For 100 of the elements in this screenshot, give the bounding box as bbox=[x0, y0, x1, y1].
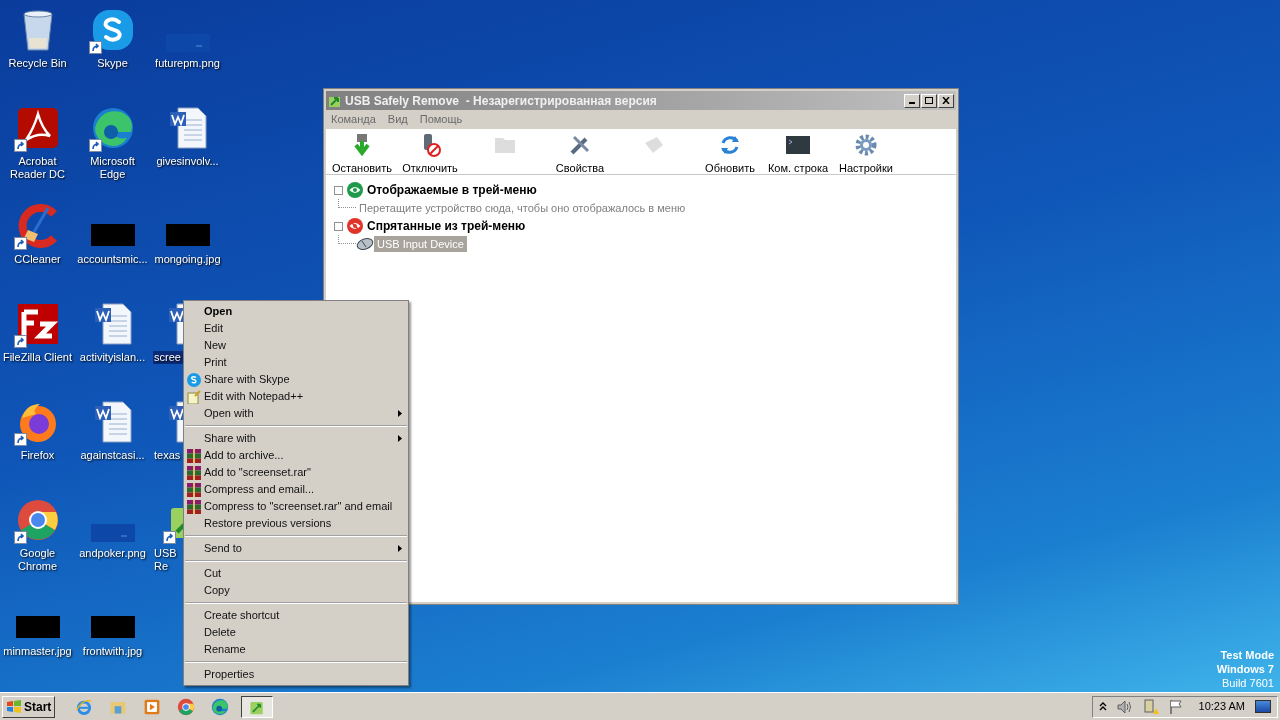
tree-group-label[interactable]: Отображаемые в трей-меню bbox=[367, 181, 537, 199]
chat-app-icon bbox=[187, 372, 201, 387]
start-button[interactable]: Start bbox=[2, 695, 56, 718]
desktop-icon-label[interactable]: givesinvolv... bbox=[155, 155, 220, 168]
archive-icon bbox=[187, 448, 201, 463]
context-menu-item[interactable]: Compress to "screenset.rar" and email bbox=[184, 498, 408, 515]
toolbar-button[interactable]: Свойства bbox=[546, 133, 614, 177]
maximize-button[interactable] bbox=[921, 93, 937, 108]
context-menu-item[interactable]: Print bbox=[184, 354, 408, 371]
desktop-icon-label[interactable]: Google Chrome bbox=[0, 547, 75, 573]
browser-icon[interactable] bbox=[90, 106, 135, 150]
pdf-app-icon[interactable] bbox=[15, 106, 60, 150]
context-menu-item[interactable]: Send to bbox=[184, 540, 408, 557]
context-menu-item[interactable]: Restore previous versions bbox=[184, 515, 408, 532]
desktop-icon-label[interactable]: USB Re bbox=[153, 547, 183, 573]
toolbar-button[interactable]: Обновить bbox=[696, 133, 764, 177]
tree-hint-text: Перетащите устройство сюда, чтобы оно отображалось в меню bbox=[358, 200, 687, 216]
console-icon bbox=[786, 133, 810, 157]
desktop-icon-label[interactable]: mongoing.jpg bbox=[153, 253, 222, 266]
shortcut-arrow-icon bbox=[163, 531, 176, 544]
desktop-icon-label[interactable]: accountsmic... bbox=[76, 253, 149, 266]
context-menu-item[interactable]: Edit bbox=[184, 320, 408, 337]
expander-box[interactable] bbox=[334, 185, 343, 195]
os-notice-text: Build 7601 bbox=[1222, 676, 1274, 690]
speaker-icon[interactable] bbox=[1116, 699, 1133, 714]
desktop-icon-label[interactable]: Recycle Bin bbox=[7, 57, 68, 70]
shortcut-arrow-icon bbox=[88, 139, 102, 152]
os-notice-text: Windows 7 bbox=[1216, 662, 1274, 676]
ftp-app-icon[interactable] bbox=[15, 302, 60, 346]
context-menu-item[interactable]: Share with bbox=[184, 430, 408, 447]
tree-group-label[interactable]: Спрятанные из трей-меню bbox=[367, 217, 526, 235]
desktop-icon-label[interactable]: andpoker.png bbox=[78, 547, 147, 560]
submenu-arrow-icon bbox=[398, 435, 402, 442]
desktop-icon-label[interactable]: againstcasi... bbox=[79, 449, 146, 462]
eye-icon bbox=[347, 182, 363, 198]
shortcut-arrow-icon bbox=[13, 335, 27, 348]
browser-icon[interactable] bbox=[15, 498, 60, 542]
context-menu-item[interactable]: Rename bbox=[184, 641, 408, 658]
desktop-icon-label[interactable]: texas bbox=[153, 449, 183, 462]
browser-icon bbox=[211, 697, 230, 716]
desktop-icon-label[interactable]: Acrobat Reader DC bbox=[0, 155, 75, 181]
context-menu-item[interactable]: Edit with Notepad++ bbox=[184, 388, 408, 405]
desktop-icon-label[interactable]: Skype bbox=[96, 57, 129, 70]
context-menu-item[interactable]: Open bbox=[184, 303, 408, 320]
context-menu-item[interactable]: Open with bbox=[184, 405, 408, 422]
archive-icon bbox=[187, 465, 201, 480]
desktop-icon-label[interactable]: Microsoft Edge bbox=[75, 155, 150, 181]
context-menu-item[interactable]: Add to "screenset.rar" bbox=[184, 464, 408, 481]
context-menu-item[interactable]: New bbox=[184, 337, 408, 354]
shortcut-arrow-icon bbox=[13, 139, 27, 152]
crossed-eye-icon bbox=[347, 218, 363, 234]
browser-icon bbox=[75, 697, 94, 716]
context-menu-item[interactable]: Delete bbox=[184, 624, 408, 641]
os-notice-text: Test Mode bbox=[1220, 648, 1274, 662]
desktop-icon-label[interactable]: activityislan... bbox=[78, 351, 147, 364]
shortcut-arrow-icon bbox=[88, 41, 102, 54]
desktop-icon-label[interactable]: CCleaner bbox=[13, 253, 62, 266]
clock[interactable]: 10:23 AM bbox=[1198, 698, 1245, 715]
submenu-arrow-icon bbox=[398, 545, 402, 552]
windows-logo-icon bbox=[6, 699, 22, 714]
shortcut-arrow-icon bbox=[13, 237, 27, 250]
context-menu-item[interactable]: Properties bbox=[184, 666, 408, 683]
context-menu-item[interactable]: Copy bbox=[184, 582, 408, 599]
chat-app-icon[interactable] bbox=[90, 8, 135, 52]
toolbar-button[interactable]: Ком. строка bbox=[764, 133, 832, 177]
desktop-icon-label[interactable]: FileZilla Client bbox=[1, 351, 74, 364]
context-menu-item[interactable]: Add to archive... bbox=[184, 447, 408, 464]
media-player-icon bbox=[143, 697, 162, 716]
archive-icon bbox=[187, 499, 201, 514]
window-title: USB Safely Remove - Незарегистрированная версия bbox=[345, 92, 657, 110]
tools-icon bbox=[568, 133, 592, 157]
show-desktop-icon[interactable] bbox=[1255, 700, 1271, 713]
flag-icon[interactable] bbox=[1168, 699, 1183, 714]
menu-item[interactable]: Помощь bbox=[419, 111, 463, 128]
minimize-button[interactable] bbox=[904, 93, 920, 108]
maximize-icon bbox=[925, 97, 933, 104]
desktop-icon-label[interactable]: Firefox bbox=[19, 449, 56, 462]
submenu-arrow-icon bbox=[398, 410, 402, 417]
expander-box[interactable] bbox=[334, 221, 343, 231]
context-menu-item[interactable]: Compress and email... bbox=[184, 481, 408, 498]
menu-item[interactable]: Команда bbox=[331, 111, 376, 128]
close-button[interactable] bbox=[938, 93, 954, 108]
shortcut-arrow-icon bbox=[13, 531, 27, 544]
context-menu-item[interactable]: Cut bbox=[184, 565, 408, 582]
desktop-icon-label[interactable]: minmaster.jpg bbox=[2, 645, 73, 658]
context-menu-item[interactable]: Create shortcut bbox=[184, 607, 408, 624]
archive-icon bbox=[187, 482, 201, 497]
settings-icon bbox=[854, 133, 878, 157]
menu-item[interactable]: Вид bbox=[387, 111, 408, 128]
shortcut-arrow-icon bbox=[13, 433, 27, 446]
show-hidden-icons-icon[interactable] bbox=[1098, 702, 1107, 711]
refresh-icon bbox=[718, 133, 742, 157]
browser-icon bbox=[177, 697, 196, 716]
desktop-icon-label[interactable]: frontwith.jpg bbox=[81, 645, 144, 658]
taskbar-app-button[interactable] bbox=[241, 695, 274, 718]
mouse-icon bbox=[356, 238, 374, 250]
context-menu-item[interactable]: Share with Skype bbox=[184, 371, 408, 388]
desktop-icon-label[interactable]: scree bbox=[153, 351, 183, 364]
desktop-icon-label[interactable]: futurepm.png bbox=[154, 57, 221, 70]
toolbar-button[interactable]: Остановить bbox=[328, 133, 396, 177]
